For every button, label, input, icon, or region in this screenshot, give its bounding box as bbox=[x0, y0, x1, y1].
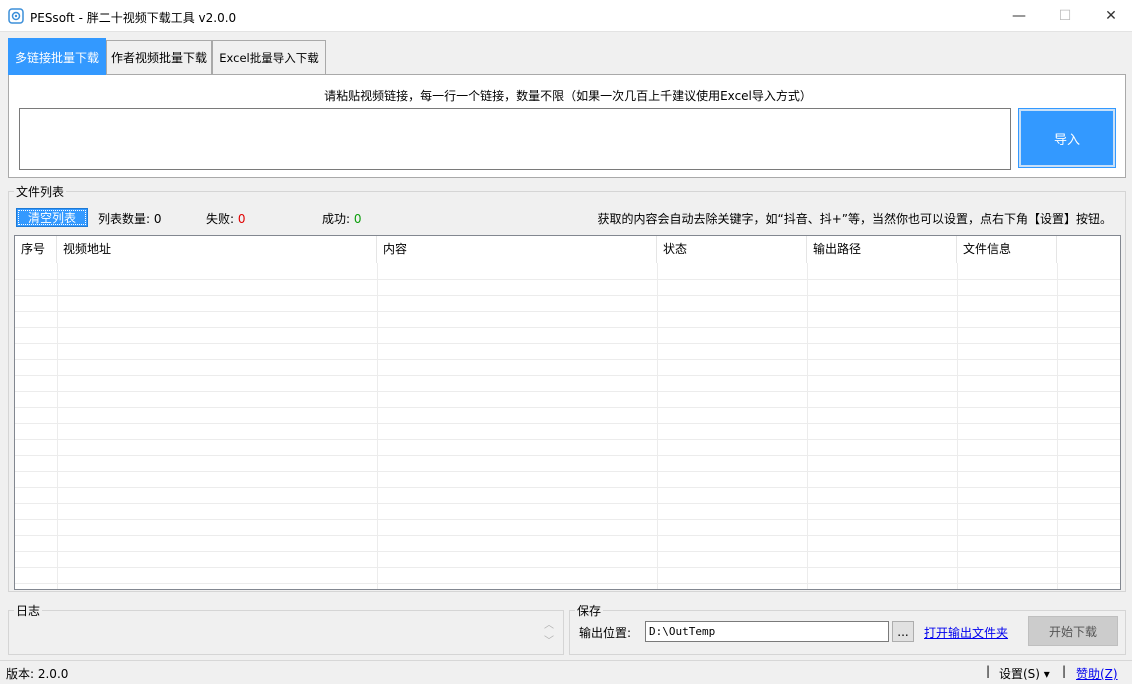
window-title: PESsoft - 胖二十视频下载工具 v2.0.0 bbox=[30, 11, 237, 25]
tab-author-video-download[interactable]: 作者视频批量下载 bbox=[106, 40, 212, 74]
grid-row-line bbox=[15, 311, 1120, 312]
close-icon: ✕ bbox=[1105, 8, 1117, 24]
open-output-folder-link[interactable]: 打开输出文件夹 bbox=[924, 624, 1008, 641]
list-count-label: 列表数量: bbox=[98, 212, 151, 226]
tab-multi-link-download[interactable]: 多链接批量下载 bbox=[8, 38, 106, 75]
column-header-content[interactable]: 内容 bbox=[377, 236, 657, 263]
minimize-icon: — bbox=[1012, 8, 1026, 24]
fail-count-value: 0 bbox=[237, 212, 246, 226]
sponsor-link[interactable]: 赞助(Z) bbox=[1076, 665, 1118, 682]
table-body bbox=[15, 263, 1120, 589]
grid-row-line bbox=[15, 535, 1120, 536]
maximize-button[interactable]: ☐ bbox=[1042, 0, 1088, 32]
version-text: 版本: 2.0.0 bbox=[6, 667, 69, 681]
success-count-label: 成功: bbox=[322, 212, 351, 226]
fail-count: 失败: 0 bbox=[206, 210, 246, 227]
grid-row-line bbox=[15, 487, 1120, 488]
grid-row-line bbox=[15, 503, 1120, 504]
tab-excel-import-download[interactable]: Excel批量导入下载 bbox=[212, 40, 326, 74]
grid-row-line bbox=[15, 279, 1120, 280]
file-list-table[interactable]: 序号 视频地址 内容 状态 输出路径 文件信息 bbox=[14, 235, 1121, 590]
grid-row-line bbox=[15, 359, 1120, 360]
clear-list-button[interactable]: 清空列表 bbox=[16, 208, 88, 227]
grid-row-line bbox=[15, 455, 1120, 456]
list-count-value: 0 bbox=[153, 212, 162, 226]
output-path-input[interactable] bbox=[645, 621, 889, 642]
tab-panel: 请粘贴视频链接，每一行一个链接，数量不限（如果一次几百上千建议使用Excel导入… bbox=[8, 74, 1126, 178]
column-header-video-url[interactable]: 视频地址 bbox=[57, 236, 377, 263]
save-legend: 保存 bbox=[575, 602, 604, 619]
minimize-button[interactable]: — bbox=[996, 0, 1042, 32]
fail-count-label: 失败: bbox=[206, 212, 235, 226]
start-download-button[interactable]: 开始下载 bbox=[1028, 616, 1118, 646]
app-logo-icon bbox=[8, 8, 24, 24]
grid-row-line bbox=[15, 295, 1120, 296]
file-list-legend: 文件列表 bbox=[14, 183, 67, 200]
column-header-file-info[interactable]: 文件信息 bbox=[957, 236, 1057, 263]
close-button[interactable]: ✕ bbox=[1088, 0, 1132, 32]
grid-row-line bbox=[15, 327, 1120, 328]
output-location-label: 输出位置: bbox=[579, 626, 632, 640]
import-button[interactable]: 导入 bbox=[1018, 108, 1116, 168]
grid-row-line bbox=[15, 375, 1120, 376]
browse-button[interactable]: ... bbox=[892, 621, 914, 642]
column-header-status[interactable]: 状态 bbox=[657, 236, 807, 263]
grid-column-line bbox=[57, 263, 58, 589]
grid-row-line bbox=[15, 343, 1120, 344]
success-count-value: 0 bbox=[353, 212, 362, 226]
grid-row-line bbox=[15, 583, 1120, 584]
paste-hint: 请粘贴视频链接，每一行一个链接，数量不限（如果一次几百上千建议使用Excel导入… bbox=[324, 89, 812, 103]
log-group bbox=[8, 610, 564, 655]
list-count: 列表数量: 0 bbox=[98, 210, 162, 227]
grid-row-line bbox=[15, 551, 1120, 552]
log-scroll-up-icon[interactable]: ︿ bbox=[543, 617, 555, 631]
grid-row-line bbox=[15, 407, 1120, 408]
grid-row-line bbox=[15, 439, 1120, 440]
title-bar: PESsoft - 胖二十视频下载工具 v2.0.0 — ☐ ✕ bbox=[0, 0, 1132, 32]
grid-column-line bbox=[957, 263, 958, 589]
grid-column-line bbox=[377, 263, 378, 589]
status-separator: | bbox=[1062, 664, 1067, 678]
grid-row-line bbox=[15, 471, 1120, 472]
column-header-output-path[interactable]: 输出路径 bbox=[807, 236, 957, 263]
settings-menu[interactable]: 设置(S) ▾ bbox=[999, 665, 1050, 682]
success-count: 成功: 0 bbox=[322, 210, 362, 227]
status-bar: 版本: 2.0.0 | 设置(S) ▾ | 赞助(Z) bbox=[0, 660, 1132, 684]
log-scroll-down-icon[interactable]: ﹀ bbox=[543, 633, 555, 647]
maximize-icon: ☐ bbox=[1058, 8, 1072, 24]
grid-column-line bbox=[807, 263, 808, 589]
status-separator: | bbox=[986, 664, 991, 678]
grid-column-line bbox=[1057, 263, 1058, 589]
table-header: 序号 视频地址 内容 状态 输出路径 文件信息 bbox=[15, 236, 1120, 263]
links-input[interactable] bbox=[19, 108, 1011, 170]
keyword-info-text: 获取的内容会自动去除关键字，如“抖音、抖+”等，当然你也可以设置，点右下角【设置… bbox=[597, 212, 1113, 226]
log-legend: 日志 bbox=[14, 602, 43, 619]
grid-row-line bbox=[15, 423, 1120, 424]
grid-column-line bbox=[657, 263, 658, 589]
grid-row-line bbox=[15, 391, 1120, 392]
grid-row-line bbox=[15, 567, 1120, 568]
grid-row-line bbox=[15, 519, 1120, 520]
column-header-index[interactable]: 序号 bbox=[15, 236, 57, 263]
